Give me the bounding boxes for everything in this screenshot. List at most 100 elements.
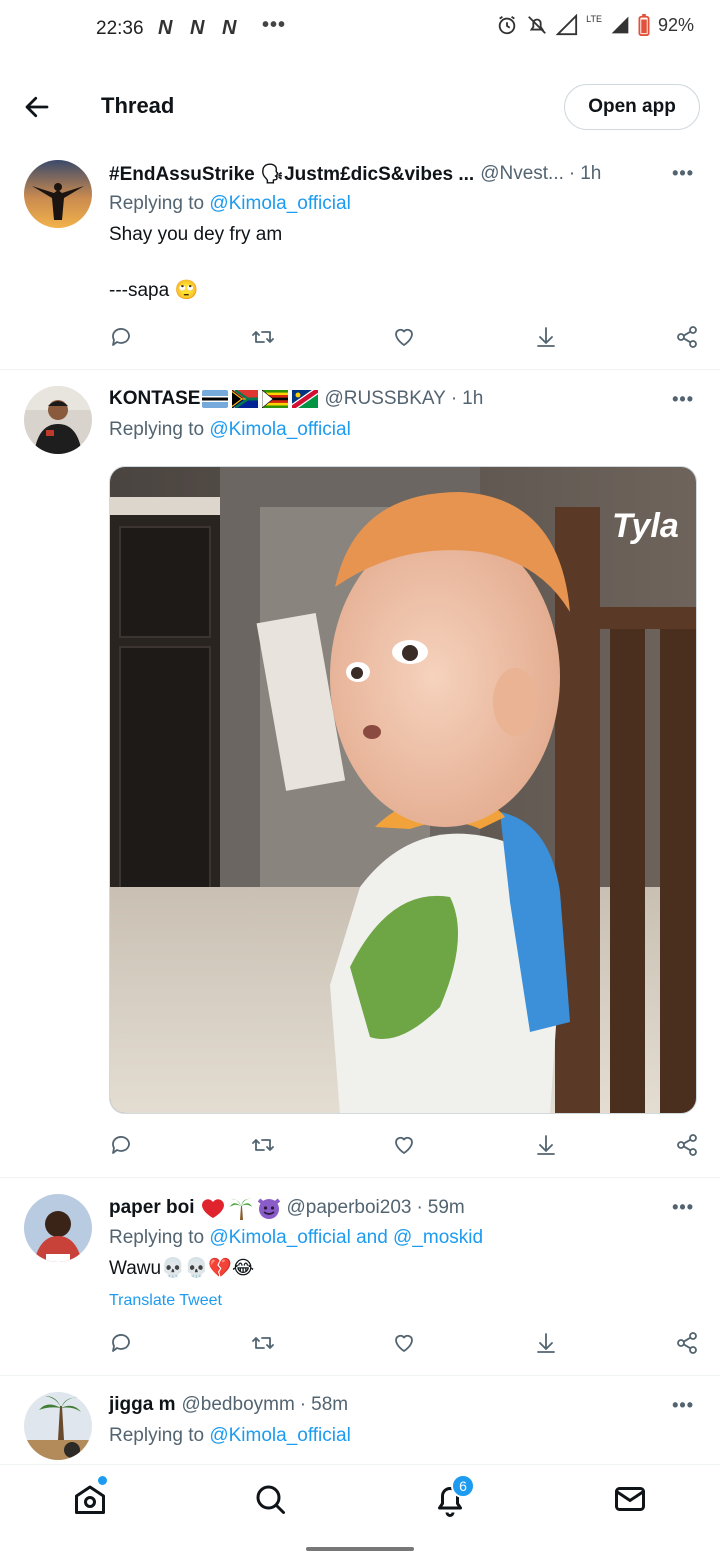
flag-namibia — [292, 390, 319, 408]
mention-link[interactable]: @Kimola_official — [209, 1425, 350, 1446]
retweet-icon[interactable] — [251, 325, 275, 349]
status-time: 22:36 — [96, 18, 144, 39]
notification-n-icon: N — [222, 17, 236, 39]
flag-zimbabwe — [262, 390, 289, 408]
messages-envelope-icon[interactable] — [612, 1481, 648, 1517]
retweet-icon[interactable] — [251, 1331, 275, 1355]
replying-to: Replying to @Kimola_official — [109, 419, 351, 441]
timestamp: 59m — [427, 1197, 465, 1218]
signal-icon — [556, 14, 578, 36]
search-icon[interactable] — [252, 1481, 288, 1517]
tweet-media-image[interactable]: Tyla — [109, 466, 697, 1114]
gesture-navigation-bar[interactable] — [306, 1547, 414, 1551]
notification-n-icon: N — [190, 17, 204, 39]
download-icon[interactable] — [534, 325, 558, 349]
share-icon[interactable] — [675, 1133, 699, 1157]
page-title: Thread — [101, 93, 175, 118]
battery-percent: 92% — [657, 14, 694, 35]
bottom-navigation — [0, 1464, 720, 1534]
replying-label: Replying to — [109, 193, 210, 214]
more-notifications-icon: ••• — [262, 14, 287, 36]
display-name[interactable]: #EndAssuStrike 🗣Justm£dicS&vibes ... — [109, 162, 474, 186]
top-bar: Thread Open app — [0, 62, 720, 150]
replying-to: Replying to @Kimola_official — [109, 1425, 351, 1447]
tweet-actions — [109, 322, 699, 352]
share-icon[interactable] — [675, 325, 699, 349]
open-app-button[interactable]: Open app — [564, 84, 700, 130]
red-heart-emoji — [201, 1199, 224, 1218]
flag-botswana — [202, 390, 229, 408]
timestamp: 1h — [580, 163, 602, 184]
tweet-header: jigga m @bedboymm · 58m — [109, 1394, 644, 1416]
reply-icon[interactable] — [109, 325, 133, 349]
mention-link[interactable]: @Kimola_official — [209, 419, 350, 440]
notification-n-icon: N — [158, 17, 172, 39]
retweet-icon[interactable] — [251, 1133, 275, 1157]
avatar[interactable] — [24, 386, 92, 454]
separator-dot: · — [450, 388, 458, 409]
user-handle: @paperboi203 — [286, 1197, 412, 1218]
user-handle: @Nvest... — [480, 163, 564, 184]
back-arrow-icon[interactable] — [22, 92, 52, 122]
tweet-header: #EndAssuStrike 🗣Justm£dicS&vibes ... @Nv… — [109, 162, 644, 186]
tweet-text: Wawu💀💀💔😂 — [109, 1258, 255, 1279]
user-handle: @bedboymm — [181, 1394, 295, 1415]
palm-tree-emoji — [229, 1198, 252, 1220]
separator-dot: · — [299, 1394, 307, 1415]
replying-label: Replying to — [109, 1227, 210, 1248]
avatar[interactable] — [24, 1194, 92, 1262]
more-options-icon[interactable]: ••• — [672, 1395, 694, 1416]
more-options-icon[interactable]: ••• — [672, 163, 694, 184]
status-bar: 22:36 N N N ••• LTE 92% — [0, 0, 720, 62]
download-icon[interactable] — [534, 1331, 558, 1355]
separator-dot: · — [416, 1197, 423, 1218]
like-icon[interactable] — [392, 1133, 416, 1157]
avatar[interactable] — [24, 1392, 92, 1460]
display-name[interactable]: jigga m — [109, 1394, 176, 1416]
tweet[interactable]: jigga m @bedboymm · 58m ••• Replying to … — [0, 1376, 720, 1464]
display-name[interactable]: KONTASE — [109, 388, 200, 410]
like-icon[interactable] — [392, 1331, 416, 1355]
translate-tweet-link[interactable]: Translate Tweet — [109, 1292, 222, 1310]
home-icon[interactable] — [72, 1481, 108, 1517]
more-options-icon[interactable]: ••• — [672, 1197, 694, 1218]
more-options-icon[interactable]: ••• — [672, 389, 694, 410]
battery-icon — [638, 14, 650, 36]
lte-label: LTE — [586, 14, 602, 24]
tweet-actions — [109, 1328, 699, 1358]
download-icon[interactable] — [534, 1133, 558, 1157]
replying-to: Replying to @Kimola_official and @_moski… — [109, 1227, 483, 1249]
reply-icon[interactable] — [109, 1331, 133, 1355]
home-unread-dot — [98, 1476, 107, 1485]
name-flags — [202, 390, 319, 408]
separator-dot: · — [568, 163, 576, 184]
timestamp: 58m — [311, 1394, 349, 1415]
name-emojis — [201, 1196, 281, 1220]
signal-icon-2 — [611, 16, 629, 34]
tweet-text: Shay you dey fry am ---sapa 🙄 — [109, 224, 283, 301]
tweet-header: KONTASE @RUSSBKAY · 1h — [109, 388, 644, 410]
share-icon[interactable] — [675, 1331, 699, 1355]
user-handle: @RUSSBKAY — [324, 388, 446, 409]
reply-icon[interactable] — [109, 1133, 133, 1157]
alarm-icon — [498, 15, 516, 35]
replying-to: Replying to @Kimola_official — [109, 193, 351, 215]
avatar[interactable] — [24, 160, 92, 228]
notifications-badge: 6 — [451, 1474, 475, 1498]
replying-label: Replying to — [109, 1425, 210, 1446]
status-icons: LTE 92% — [496, 14, 694, 36]
mute-icon — [528, 16, 547, 34]
smiling-devil-emoji — [257, 1198, 280, 1219]
replying-label: Replying to — [109, 419, 210, 440]
flag-south-africa — [232, 390, 259, 408]
mention-link[interactable]: @Kimola_official and @_moskid — [209, 1227, 483, 1248]
tweet[interactable]: paper boi @paperboi203 · 59m ••• Replyin… — [0, 1178, 720, 1376]
tweet[interactable]: #EndAssuStrike 🗣Justm£dicS&vibes ... @Nv… — [0, 150, 720, 370]
tweet-actions — [109, 1130, 699, 1160]
timestamp: 1h — [462, 388, 484, 409]
tweet-header: paper boi @paperboi203 · 59m — [109, 1196, 644, 1220]
media-watermark: Tyla — [612, 507, 679, 545]
display-name[interactable]: paper boi — [109, 1197, 195, 1219]
mention-link[interactable]: @Kimola_official — [209, 193, 350, 214]
like-icon[interactable] — [392, 325, 416, 349]
